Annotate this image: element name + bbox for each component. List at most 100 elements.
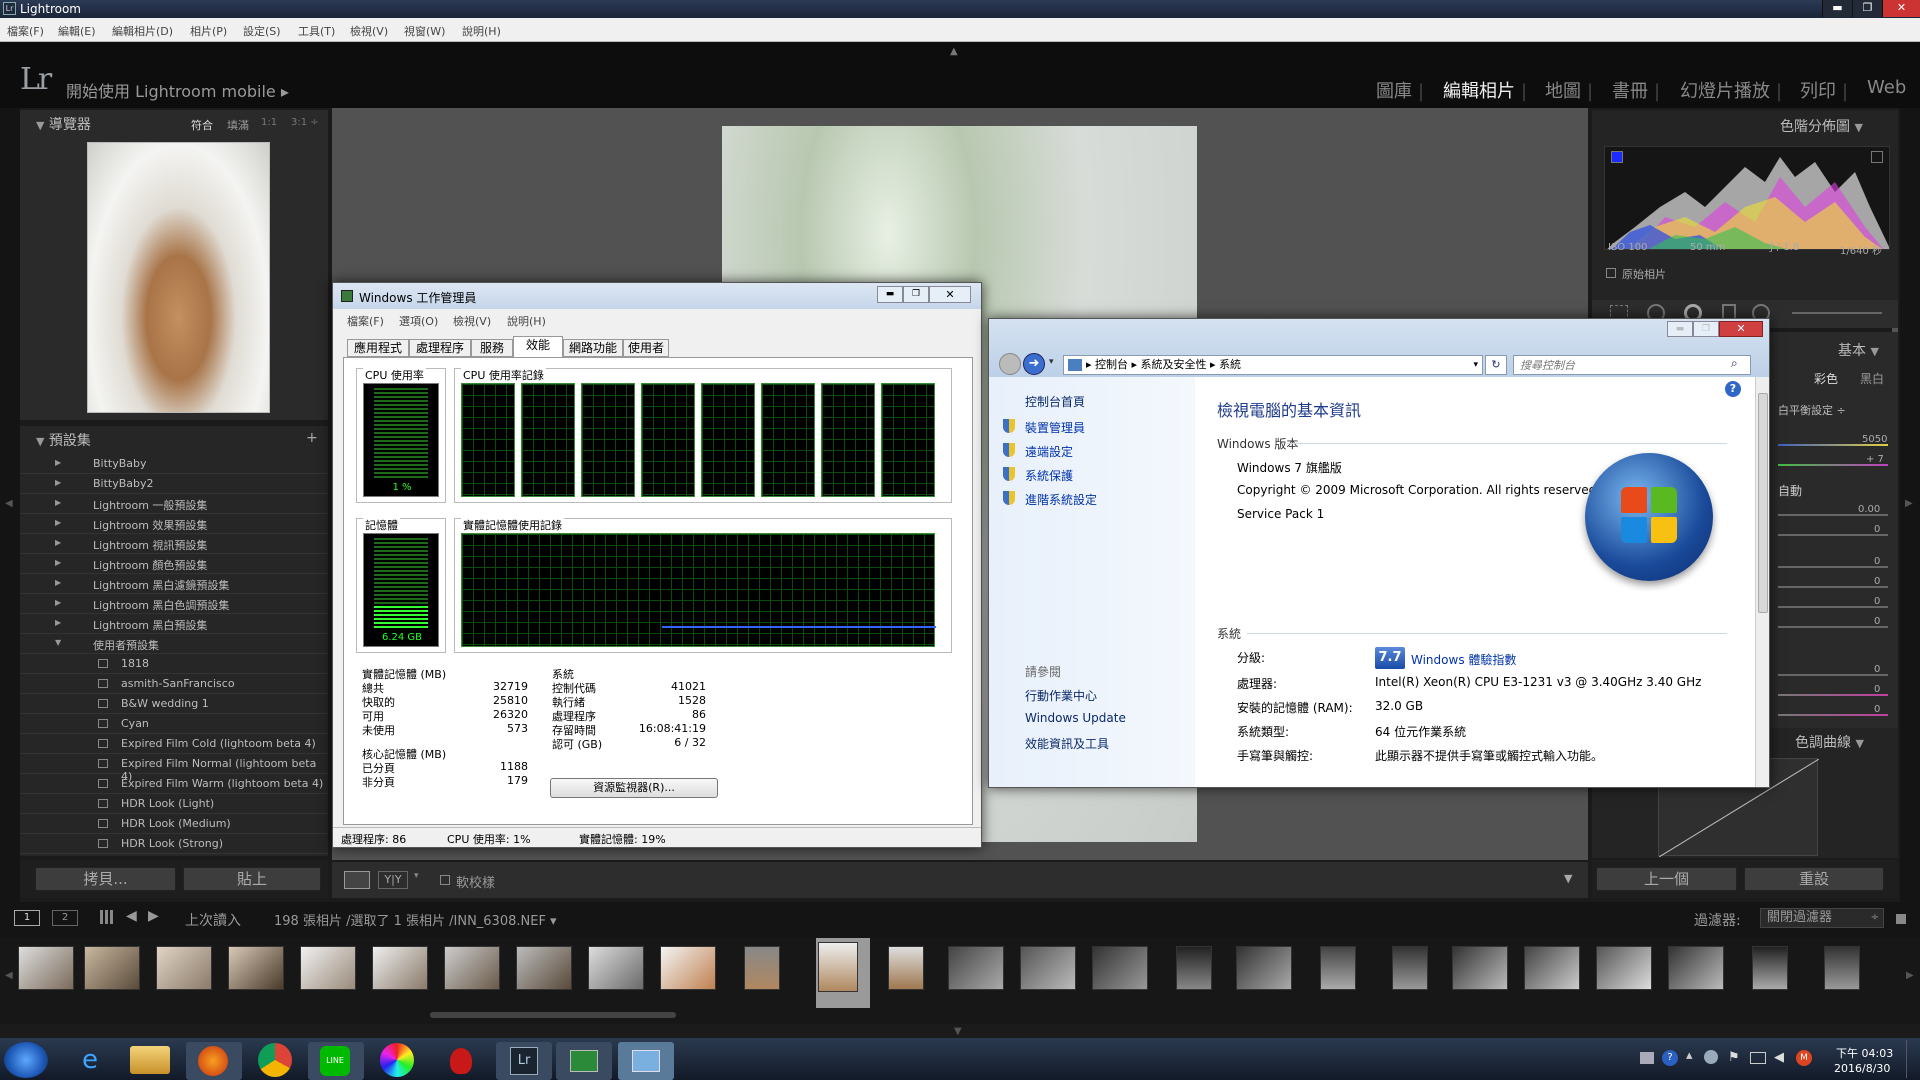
- filmstrip-thumb[interactable]: [744, 946, 780, 990]
- close-button[interactable]: ✕: [1882, 0, 1920, 17]
- filmstrip-thumb[interactable]: [1320, 946, 1356, 990]
- contrast-slider[interactable]: [1778, 534, 1888, 536]
- search-icon[interactable]: ⌕: [1731, 356, 1738, 371]
- filmstrip-thumb[interactable]: [300, 946, 356, 990]
- whites-slider[interactable]: [1778, 606, 1888, 608]
- menu-edit[interactable]: 編輯(E): [58, 23, 96, 39]
- tray-keyboard-icon[interactable]: [1640, 1052, 1654, 1064]
- chrome-icon[interactable]: [258, 1043, 292, 1077]
- app-icon[interactable]: [440, 1042, 480, 1080]
- preset-item[interactable]: Cyan: [20, 714, 328, 734]
- preset-item[interactable]: B&W wedding 1: [20, 694, 328, 714]
- maximize-button[interactable]: ❐: [1852, 0, 1882, 17]
- clock-date[interactable]: 2016/8/30: [1834, 1062, 1890, 1075]
- menu-develop[interactable]: 編輯相片(D): [112, 23, 173, 39]
- filmstrip-thumb[interactable]: [516, 946, 572, 990]
- filmstrip-scrollbar[interactable]: [430, 1012, 676, 1018]
- filmstrip-thumb[interactable]: [588, 946, 644, 990]
- filmstrip-thumb[interactable]: [156, 946, 212, 990]
- vibrance-slider[interactable]: [1778, 694, 1888, 696]
- tab-performance[interactable]: 效能: [513, 336, 563, 358]
- menu-photo[interactable]: 相片(P): [190, 23, 227, 39]
- menu-help[interactable]: 說明(H): [462, 23, 501, 39]
- preset-folder[interactable]: ▶ Lightroom 一般預設集: [20, 494, 328, 514]
- add-preset-button[interactable]: +: [306, 430, 318, 446]
- tray-network-icon[interactable]: [1750, 1052, 1766, 1064]
- preset-folder-user[interactable]: ▼ 使用者預設集: [20, 634, 328, 654]
- preset-folder[interactable]: ▶ Lightroom 黑白色調預設集: [20, 594, 328, 614]
- soft-proof-checkbox[interactable]: [440, 875, 450, 885]
- preset-item[interactable]: Expired Film Normal (lightoom beta 4): [20, 754, 328, 783]
- auto-tone-button[interactable]: 自動: [1778, 482, 1802, 499]
- firefox-icon[interactable]: [186, 1042, 242, 1080]
- forward-arrow-icon[interactable]: ▶: [148, 908, 159, 924]
- explorer-icon[interactable]: [130, 1046, 170, 1074]
- preset-folder[interactable]: ▶ BittyBaby2: [20, 474, 328, 494]
- ie-icon[interactable]: e: [68, 1042, 112, 1080]
- tray-help-icon[interactable]: ?: [1662, 1050, 1678, 1066]
- filmstrip-thumb[interactable]: [1824, 946, 1860, 990]
- temp-slider[interactable]: [1778, 444, 1888, 446]
- device-manager-link[interactable]: 裝置管理員: [1025, 419, 1085, 436]
- preset-item[interactable]: HDR Look (Light): [20, 794, 328, 814]
- module-library[interactable]: 圖庫 |: [1376, 77, 1430, 103]
- lightroom-taskbar-icon[interactable]: Lr: [496, 1042, 552, 1080]
- resource-monitor-button[interactable]: 資源監視器(R)...: [550, 778, 718, 798]
- filmstrip-thumb[interactable]: [1020, 946, 1076, 990]
- filmstrip-thumb[interactable]: [1392, 946, 1428, 990]
- windows-update-link[interactable]: Windows Update: [1025, 711, 1126, 725]
- histogram-header[interactable]: 色階分佈圖 ▼: [1780, 116, 1863, 140]
- filmstrip-thumb[interactable]: [18, 946, 74, 990]
- menu-file[interactable]: 檔案(F): [7, 23, 44, 39]
- treatment-bw[interactable]: 黑白: [1860, 370, 1884, 387]
- filmstrip-thumb[interactable]: [372, 946, 428, 990]
- filmstrip-thumb[interactable]: [1092, 946, 1148, 990]
- module-book[interactable]: 書冊 |: [1612, 77, 1666, 103]
- right-panel-toggle[interactable]: ▶: [1905, 498, 1913, 509]
- back-arrow-icon[interactable]: ◀: [126, 908, 137, 924]
- system-protection-link[interactable]: 系統保護: [1025, 467, 1073, 484]
- menu-tools[interactable]: 工具(T): [298, 23, 335, 39]
- filmstrip-thumb[interactable]: [1176, 946, 1212, 990]
- tm-menu-help[interactable]: 說明(H): [507, 313, 546, 329]
- lightroom-mobile-link[interactable]: 開始使用 Lightroom mobile ▸: [66, 78, 289, 102]
- white-balance-select[interactable]: 白平衡設定 ÷: [1778, 402, 1846, 418]
- cp-minimize-button[interactable]: ▬: [1667, 321, 1693, 337]
- treatment-color[interactable]: 彩色: [1814, 370, 1838, 387]
- filmstrip-thumb[interactable]: [948, 946, 1004, 990]
- action-center-link[interactable]: 行動作業中心: [1025, 687, 1097, 704]
- zoom-fill[interactable]: 填滿: [227, 117, 249, 133]
- navigator-preview-image[interactable]: [87, 142, 270, 413]
- preset-item[interactable]: 1818: [20, 654, 328, 674]
- filmstrip-thumb[interactable]: [444, 946, 500, 990]
- zoom-1to1[interactable]: 1:1: [261, 117, 277, 128]
- cp-close-button[interactable]: ✕: [1719, 321, 1763, 337]
- module-develop[interactable]: 編輯相片 |: [1443, 77, 1533, 103]
- menu-settings[interactable]: 設定(S): [243, 23, 281, 39]
- preset-folder[interactable]: ▶ Lightroom 黑白預設集: [20, 614, 328, 634]
- filmstrip-scroll-right[interactable]: ▶: [1906, 970, 1914, 981]
- brush-slider[interactable]: [1792, 312, 1882, 314]
- tab-users[interactable]: 使用者: [623, 339, 669, 357]
- tab-processes[interactable]: 處理程序: [409, 339, 471, 357]
- preset-folder[interactable]: ▶ BittyBaby: [20, 454, 328, 474]
- paste-settings-button[interactable]: 貼上: [183, 867, 321, 891]
- window-1-button[interactable]: 1: [14, 910, 40, 926]
- navigator-header[interactable]: ▼ 導覽器: [36, 114, 91, 138]
- line-icon[interactable]: LINE: [308, 1042, 364, 1080]
- tm-maximize-button[interactable]: ❐: [903, 286, 929, 303]
- module-map[interactable]: 地圖 |: [1545, 77, 1599, 103]
- rating-score-badge[interactable]: 7.7: [1375, 647, 1405, 669]
- help-icon[interactable]: ?: [1725, 381, 1741, 397]
- histogram-graph[interactable]: [1604, 146, 1890, 250]
- tab-applications[interactable]: 應用程式: [347, 339, 409, 357]
- highlights-slider[interactable]: [1778, 566, 1888, 568]
- collapse-top-arrow[interactable]: ▲: [950, 46, 958, 57]
- tm-menu-view[interactable]: 檢視(V): [453, 313, 491, 329]
- filmstrip-thumb[interactable]: [660, 946, 716, 990]
- tint-slider[interactable]: [1778, 464, 1888, 466]
- tab-networking[interactable]: 網路功能: [563, 339, 623, 357]
- zoom-fit[interactable]: 符合: [191, 117, 213, 133]
- filmstrip-thumb[interactable]: [1524, 946, 1580, 990]
- filmstrip-thumb[interactable]: [1236, 946, 1292, 990]
